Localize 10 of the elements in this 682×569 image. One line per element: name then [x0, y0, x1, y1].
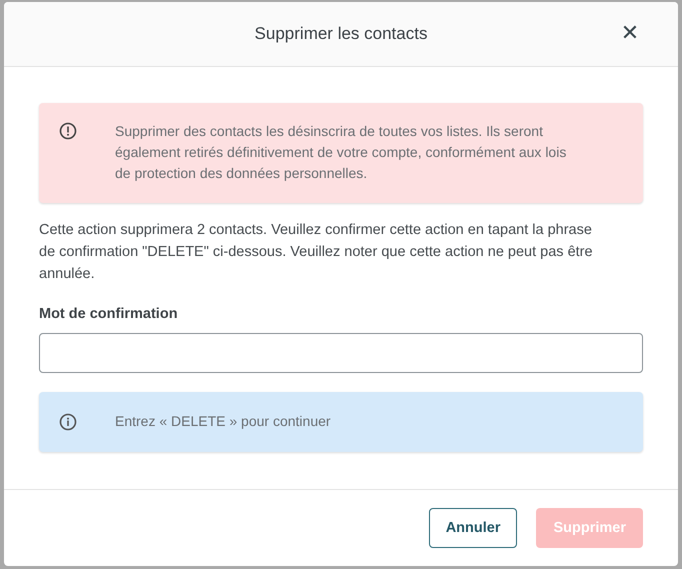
warning-text: Supprimer des contacts les désinscrira de toutes vos listes. Ils seront également retirés définitivement de votre compte, conformément aux lois de protection des données personnelles.: [115, 122, 568, 183]
info-icon: [59, 412, 77, 430]
cancel-button[interactable]: Annuler: [428, 508, 518, 548]
close-button[interactable]: ✕: [618, 22, 642, 46]
dialog-title: Supprimer les contacts: [254, 24, 428, 44]
field-label: Mot de confirmation: [39, 306, 179, 322]
description-text: Cette action supprimera 2 contacts. Veuillez confirmer cette action en tapant la phrase de confirmation "DELETE" ci-dessous. Veuillez noter que cette action ne peut pas être annulée.: [39, 221, 594, 284]
confirmation-input[interactable]: [39, 333, 643, 373]
warning-icon: [59, 122, 77, 140]
info-text: Entrez « DELETE » pour continuer: [115, 412, 331, 431]
